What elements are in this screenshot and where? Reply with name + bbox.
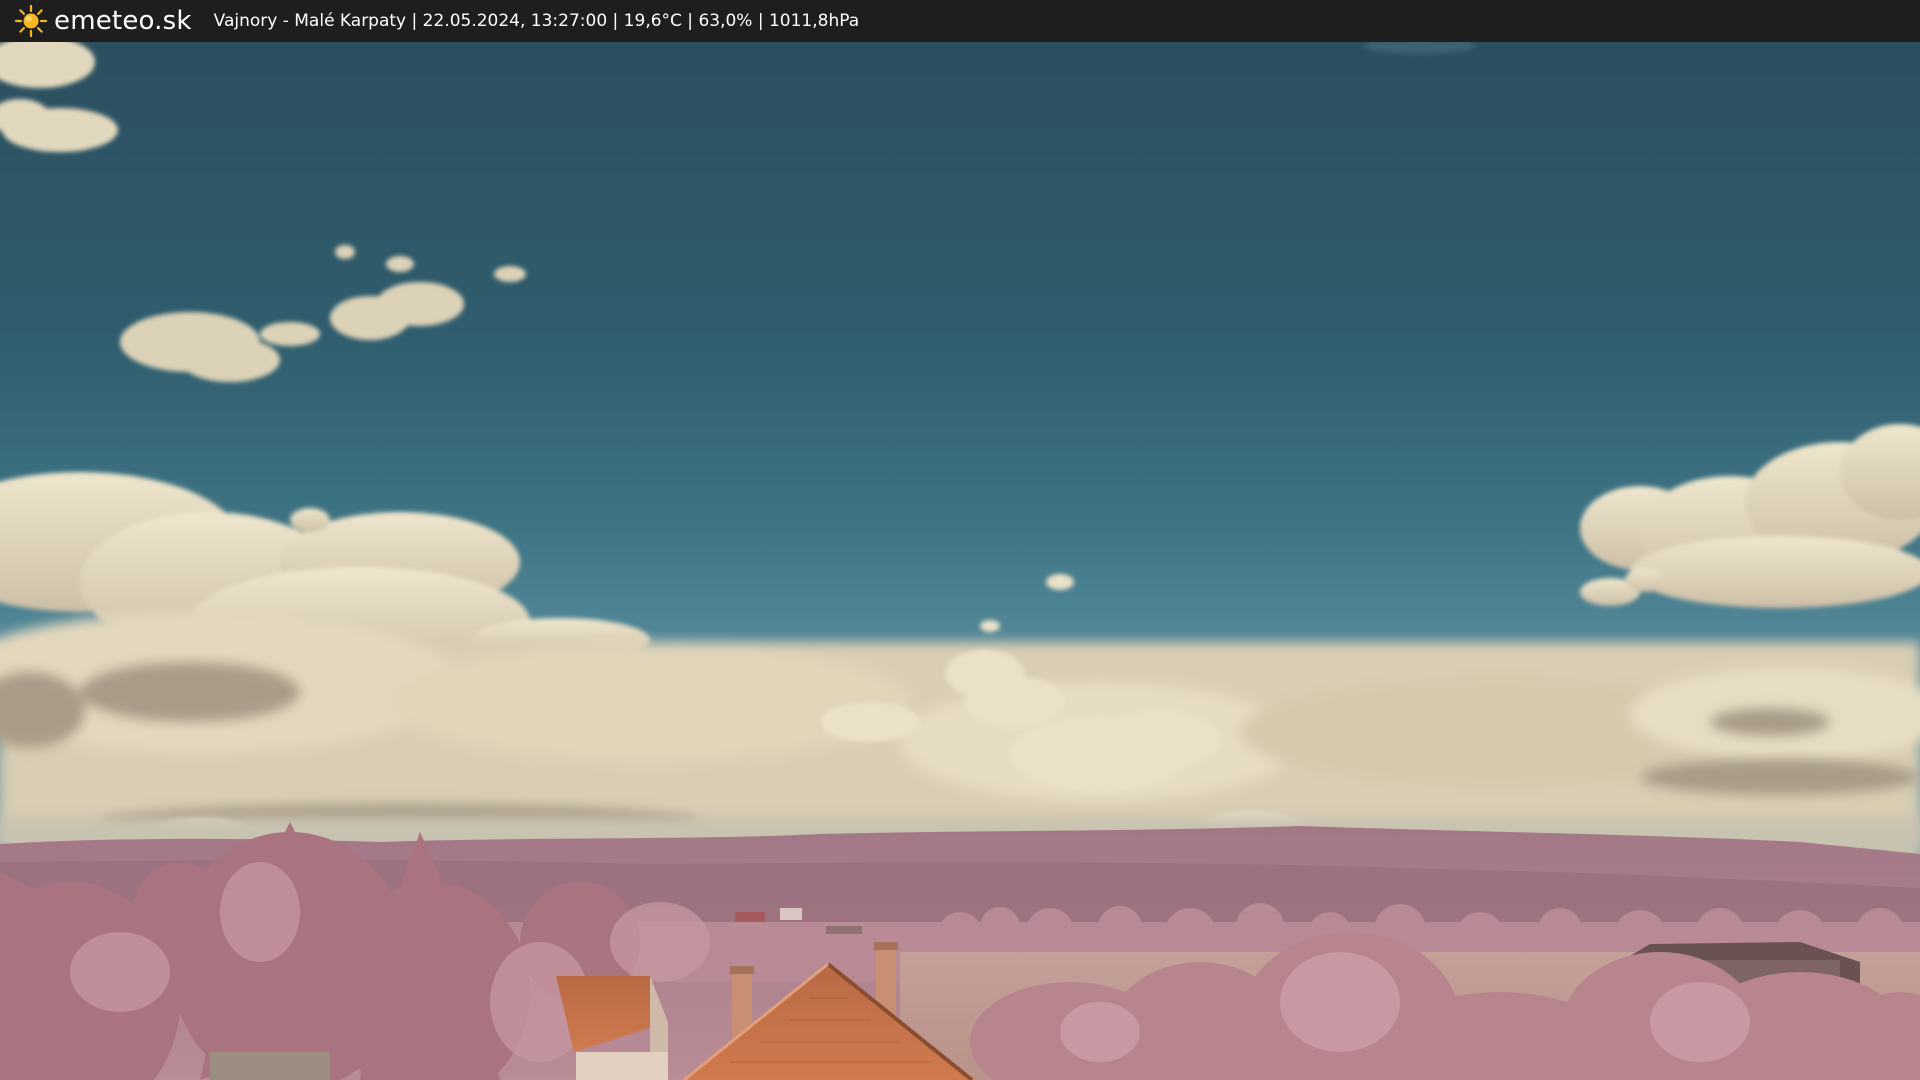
logo-text: emeteo.sk xyxy=(54,6,192,36)
webcam-image xyxy=(0,42,1920,1080)
station-info: Vajnory - Malé Karpaty | 22.05.2024, 13:… xyxy=(213,11,860,31)
webcam-frame: emeteo.sk Vajnory - Malé Karpaty | 22.05… xyxy=(0,0,1920,1080)
logo[interactable]: emeteo.sk xyxy=(14,0,192,42)
sun-icon xyxy=(14,4,48,38)
overlay-bar: emeteo.sk Vajnory - Malé Karpaty | 22.05… xyxy=(0,0,1920,42)
